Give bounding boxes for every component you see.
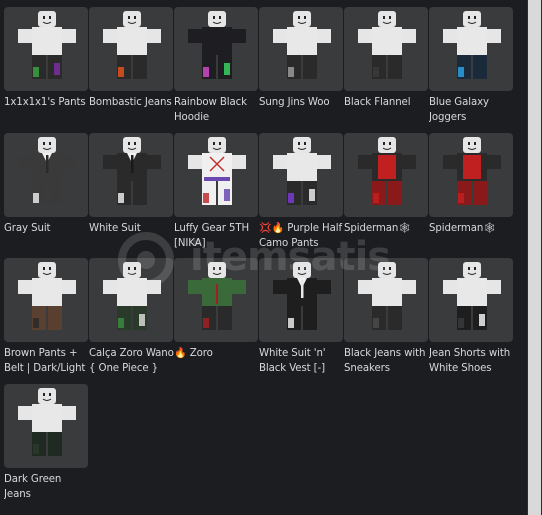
item-thumbnail[interactable] bbox=[174, 7, 258, 91]
catalog-item[interactable]: White Suit 'n' Black Vest [-] bbox=[259, 258, 343, 384]
catalog-item[interactable]: Luffy Gear 5TH [NIKA] bbox=[174, 132, 260, 259]
item-thumbnail[interactable] bbox=[429, 132, 513, 217]
avatar-preview-icon bbox=[443, 11, 501, 79]
item-name[interactable]: 🔥 Zoro bbox=[174, 346, 260, 361]
avatar-preview-icon bbox=[358, 136, 416, 205]
item-thumbnail[interactable] bbox=[89, 258, 173, 342]
item-name[interactable]: Gray Suit bbox=[4, 221, 90, 236]
item-name[interactable]: 💢🔥 Purple Half Camo Pants bbox=[259, 221, 345, 251]
item-thumbnail[interactable] bbox=[174, 132, 258, 217]
item-thumbnail[interactable] bbox=[344, 258, 428, 342]
catalog-item[interactable]: Gray Suit bbox=[4, 132, 90, 259]
scrollbar-thumb[interactable] bbox=[528, 0, 541, 515]
item-name[interactable]: Spiderman🕸 bbox=[344, 221, 430, 236]
avatar-preview-icon bbox=[188, 11, 246, 79]
catalog-item[interactable]: Blue Galaxy Joggers bbox=[429, 7, 513, 133]
avatar-preview-icon bbox=[18, 11, 76, 79]
item-name[interactable]: Bombastic Jeans bbox=[89, 95, 175, 110]
catalog-item[interactable]: Sung Jins Woo bbox=[259, 7, 343, 133]
item-name[interactable]: White Suit 'n' Black Vest [-] bbox=[259, 346, 345, 376]
avatar-preview-icon bbox=[358, 11, 416, 79]
catalog-item[interactable]: 🔥 Zoro bbox=[174, 258, 258, 384]
item-name[interactable]: Dark Green Jeans bbox=[4, 472, 90, 502]
item-name[interactable]: Brown Pants + Belt | Dark/Light bbox=[4, 346, 90, 376]
avatar-preview-icon bbox=[358, 262, 416, 330]
item-thumbnail[interactable] bbox=[4, 132, 88, 217]
item-name[interactable]: White Suit bbox=[89, 221, 175, 236]
avatar-preview-icon bbox=[188, 262, 246, 330]
avatar-preview-icon bbox=[188, 136, 246, 205]
avatar-preview-icon bbox=[273, 136, 331, 205]
catalog-item[interactable]: Spiderman🕸 bbox=[429, 132, 515, 259]
item-thumbnail[interactable] bbox=[344, 132, 428, 217]
catalog-item[interactable]: Brown Pants + Belt | Dark/Light bbox=[4, 258, 88, 384]
catalog-item[interactable]: Black Jeans with Sneakers bbox=[344, 258, 428, 384]
item-thumbnail[interactable] bbox=[259, 7, 343, 91]
item-thumbnail[interactable] bbox=[4, 7, 88, 91]
item-thumbnail[interactable] bbox=[174, 258, 258, 342]
catalog-item[interactable]: Black Flannel bbox=[344, 7, 428, 133]
item-name[interactable]: Calça Zoro Wano { One Piece } bbox=[89, 346, 175, 376]
item-name[interactable]: Luffy Gear 5TH [NIKA] bbox=[174, 221, 260, 251]
item-thumbnail[interactable] bbox=[429, 7, 513, 91]
avatar-preview-icon bbox=[18, 387, 76, 456]
item-thumbnail[interactable] bbox=[89, 7, 173, 91]
avatar-preview-icon bbox=[18, 262, 76, 330]
catalog-item[interactable]: 💢🔥 Purple Half Camo Pants bbox=[259, 132, 345, 259]
item-name[interactable]: Rainbow Black Hoodie bbox=[174, 95, 260, 125]
item-thumbnail[interactable] bbox=[259, 132, 343, 217]
avatar-preview-icon bbox=[103, 11, 161, 79]
item-name[interactable]: Black Flannel bbox=[344, 95, 430, 110]
item-thumbnail[interactable] bbox=[89, 132, 173, 217]
avatar-preview-icon bbox=[103, 262, 161, 330]
item-name[interactable]: Blue Galaxy Joggers bbox=[429, 95, 515, 125]
avatar-preview-icon bbox=[443, 262, 501, 330]
avatar-preview-icon bbox=[443, 136, 501, 205]
catalog-item[interactable]: Jean Shorts with White Shoes bbox=[429, 258, 513, 384]
item-name[interactable]: 1x1x1x1's Pants bbox=[4, 95, 90, 110]
avatar-preview-icon bbox=[273, 11, 331, 79]
item-name[interactable]: Jean Shorts with White Shoes bbox=[429, 346, 515, 376]
item-name[interactable]: Sung Jins Woo bbox=[259, 95, 345, 110]
item-name[interactable]: Spiderman🕸 bbox=[429, 221, 515, 236]
item-thumbnail[interactable] bbox=[4, 383, 88, 468]
catalog-item[interactable]: Bombastic Jeans bbox=[89, 7, 173, 133]
item-thumbnail[interactable] bbox=[344, 7, 428, 91]
item-name[interactable]: Black Jeans with Sneakers bbox=[344, 346, 430, 376]
catalog-item[interactable]: Calça Zoro Wano { One Piece } bbox=[89, 258, 175, 384]
catalog-item[interactable]: Dark Green Jeans bbox=[4, 383, 90, 510]
item-thumbnail[interactable] bbox=[4, 258, 88, 342]
catalog-item[interactable]: Rainbow Black Hoodie bbox=[174, 7, 258, 133]
item-thumbnail[interactable] bbox=[429, 258, 513, 342]
item-thumbnail[interactable] bbox=[259, 258, 343, 342]
avatar-preview-icon bbox=[273, 262, 331, 330]
avatar-preview-icon bbox=[103, 136, 161, 205]
avatar-preview-icon bbox=[18, 136, 76, 205]
catalog-item[interactable]: White Suit bbox=[89, 132, 175, 259]
catalog-item[interactable]: 1x1x1x1's Pants bbox=[4, 7, 88, 133]
catalog-grid: 1x1x1x1's Pants Bombastic Jeans Rainbow Bl… bbox=[4, 7, 514, 509]
catalog-item[interactable]: Spiderman🕸 bbox=[344, 132, 430, 259]
